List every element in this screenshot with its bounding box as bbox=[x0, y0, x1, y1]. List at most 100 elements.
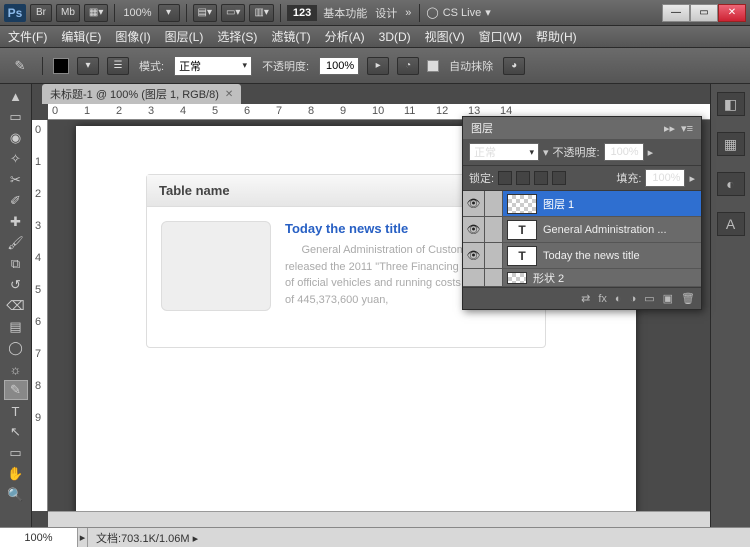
menu-layer[interactable]: 图层(L) bbox=[165, 28, 204, 45]
gradient-tool[interactable]: ▤ bbox=[4, 317, 28, 337]
brush-panel-toggle[interactable]: ☰ bbox=[107, 57, 129, 75]
visibility-icon[interactable]: 👁 bbox=[463, 217, 485, 242]
workspace-more[interactable]: » bbox=[403, 7, 413, 19]
current-tool-icon[interactable]: ✎ bbox=[8, 56, 32, 76]
view-extras-button[interactable]: ▦▾ bbox=[84, 4, 108, 22]
cslive-button[interactable]: ◯ CS Live ▾ bbox=[426, 6, 490, 19]
adjustment-layer-icon[interactable]: ◑ bbox=[630, 293, 637, 305]
layer-row[interactable]: 👁 T Today the news title bbox=[463, 243, 701, 269]
menu-select[interactable]: 选择(S) bbox=[217, 28, 257, 45]
layer-name[interactable]: 图层 1 bbox=[541, 196, 701, 212]
status-flyout[interactable]: ▸ bbox=[78, 528, 88, 547]
group-icon[interactable]: ▭ bbox=[644, 292, 654, 305]
color-panel-icon[interactable]: ◧ bbox=[717, 92, 745, 116]
marquee-tool[interactable]: ▭ bbox=[4, 107, 28, 127]
mask-icon[interactable]: ◐ bbox=[615, 293, 622, 305]
move-tool[interactable]: ▲ bbox=[4, 86, 28, 106]
arrange-button-2[interactable]: ▭▾ bbox=[221, 4, 245, 22]
menu-analysis[interactable]: 分析(A) bbox=[325, 28, 365, 45]
lock-pixels-icon[interactable] bbox=[516, 171, 530, 185]
layer-thumb-text[interactable]: T bbox=[507, 220, 537, 240]
blend-mode-combo[interactable]: 正常 bbox=[174, 56, 252, 76]
layers-panel[interactable]: 图层 ▸▸▾≡ 正常 ▾ 不透明度: 100% ▸ 锁定: 填充: 100% ▸… bbox=[462, 116, 702, 310]
tablet-pressure-size[interactable]: ◕ bbox=[503, 57, 525, 75]
panel-collapse-icon[interactable]: ▸▸ bbox=[664, 122, 675, 135]
fx-icon[interactable]: fx bbox=[598, 293, 607, 305]
stamp-tool[interactable]: ⧉ bbox=[4, 254, 28, 274]
layer-row[interactable]: 👁 T General Administration ... bbox=[463, 217, 701, 243]
layer-row[interactable]: 形状 2 bbox=[463, 269, 701, 287]
workspace-design[interactable]: 设计 bbox=[373, 5, 399, 21]
brush-preview[interactable] bbox=[53, 58, 69, 74]
dodge-tool[interactable]: ☼ bbox=[4, 359, 28, 379]
visibility-icon[interactable]: 👁 bbox=[463, 243, 485, 268]
menu-window[interactable]: 窗口(W) bbox=[479, 28, 522, 45]
lock-position-icon[interactable] bbox=[534, 171, 548, 185]
vertical-ruler[interactable]: 0123456789 bbox=[32, 120, 48, 511]
layer-opacity-input[interactable]: 100% bbox=[604, 143, 644, 161]
eraser-tool[interactable]: ⌫ bbox=[4, 296, 28, 316]
swatches-panel-icon[interactable]: ▦ bbox=[717, 132, 745, 156]
lock-transparency-icon[interactable] bbox=[498, 171, 512, 185]
zoom-tool[interactable]: 🔍 bbox=[4, 485, 28, 505]
lock-all-icon[interactable] bbox=[552, 171, 566, 185]
brush-tool[interactable]: 🖌 bbox=[4, 233, 28, 253]
zoom-display[interactable]: 100% bbox=[121, 7, 153, 19]
visibility-icon[interactable] bbox=[463, 269, 485, 286]
history-brush-tool[interactable]: ↺ bbox=[4, 275, 28, 295]
link-layers-icon[interactable]: ⇄ bbox=[581, 292, 590, 305]
layer-thumb[interactable] bbox=[507, 194, 537, 214]
menu-file[interactable]: 文件(F) bbox=[8, 28, 47, 45]
heal-tool[interactable]: ✚ bbox=[4, 212, 28, 232]
new-layer-icon[interactable]: ▣ bbox=[663, 292, 673, 305]
layer-thumb-text[interactable]: T bbox=[507, 246, 537, 266]
menu-help[interactable]: 帮助(H) bbox=[536, 28, 577, 45]
layers-panel-header[interactable]: 图层 ▸▸▾≡ bbox=[463, 117, 701, 139]
status-zoom[interactable]: 100% bbox=[0, 528, 78, 547]
window-minimize-button[interactable]: — bbox=[662, 4, 690, 22]
path-tool[interactable]: ↖ bbox=[4, 422, 28, 442]
blur-tool[interactable]: ◯ bbox=[4, 338, 28, 358]
type-tool[interactable]: T bbox=[4, 401, 28, 421]
menu-view[interactable]: 视图(V) bbox=[425, 28, 465, 45]
menu-image[interactable]: 图像(I) bbox=[115, 28, 150, 45]
opacity-input[interactable]: 100% bbox=[319, 57, 359, 75]
layer-thumb[interactable] bbox=[507, 272, 527, 284]
hand-tool[interactable]: ✋ bbox=[4, 464, 28, 484]
menu-filter[interactable]: 滤镜(T) bbox=[271, 28, 310, 45]
eyedropper-tool[interactable]: ✐ bbox=[4, 191, 28, 211]
horizontal-scrollbar[interactable] bbox=[48, 511, 710, 527]
layer-name[interactable]: Today the news title bbox=[541, 250, 701, 262]
layer-name[interactable]: General Administration ... bbox=[541, 224, 701, 236]
window-close-button[interactable]: ✕ bbox=[718, 4, 746, 22]
crop-tool[interactable]: ✂ bbox=[4, 170, 28, 190]
lasso-tool[interactable]: ◉ bbox=[4, 128, 28, 148]
visibility-icon[interactable]: 👁 bbox=[463, 191, 485, 216]
character-panel-icon[interactable]: A bbox=[717, 212, 745, 236]
fill-input[interactable]: 100% bbox=[645, 169, 685, 187]
status-doc[interactable]: 文档:703.1K/1.06M ▸ bbox=[88, 530, 206, 546]
opacity-flyout[interactable]: ▸ bbox=[367, 57, 389, 75]
bridge-button[interactable]: Br bbox=[30, 4, 52, 22]
menu-edit[interactable]: 编辑(E) bbox=[61, 28, 101, 45]
layer-name[interactable]: 形状 2 bbox=[531, 270, 701, 286]
menu-3d[interactable]: 3D(D) bbox=[379, 30, 411, 44]
panel-menu-icon[interactable]: ▾≡ bbox=[681, 122, 693, 135]
close-tab-icon[interactable]: ✕ bbox=[225, 89, 233, 100]
zoom-dropdown[interactable]: ▾ bbox=[158, 4, 180, 22]
screen-mode-button[interactable]: ▥▾ bbox=[249, 4, 273, 22]
minibridge-button[interactable]: Mb bbox=[56, 4, 80, 22]
arrange-button-1[interactable]: ▤▾ bbox=[193, 4, 217, 22]
workspace-basic[interactable]: 基本功能 bbox=[321, 5, 369, 21]
trash-icon[interactable]: 🗑 bbox=[681, 292, 695, 305]
window-maximize-button[interactable]: ▭ bbox=[690, 4, 718, 22]
document-tab[interactable]: 未标题-1 @ 100% (图层 1, RGB/8) ✕ bbox=[42, 84, 241, 104]
shape-tool[interactable]: ▭ bbox=[4, 443, 28, 463]
layer-blend-combo[interactable]: 正常 bbox=[469, 143, 539, 161]
brush-preset-picker[interactable]: ▾ bbox=[77, 57, 99, 75]
wand-tool[interactable]: ✧ bbox=[4, 149, 28, 169]
auto-erase-checkbox[interactable] bbox=[427, 60, 439, 72]
layer-row[interactable]: 👁 图层 1 bbox=[463, 191, 701, 217]
adjustments-panel-icon[interactable]: ◐ bbox=[717, 172, 745, 196]
pencil-tool[interactable]: ✎ bbox=[4, 380, 28, 400]
